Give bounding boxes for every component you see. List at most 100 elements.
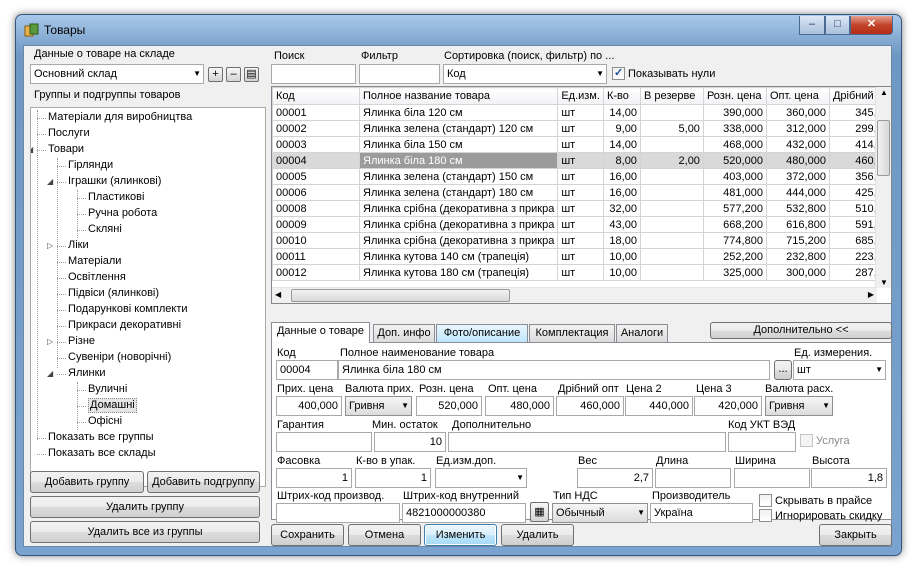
pack-field[interactable]: 1 [276,468,352,488]
stock-select[interactable]: Основний склад ▼ [30,64,204,84]
tree-item[interactable]: Пластикові [88,190,144,205]
minimize-button[interactable]: – [799,16,825,35]
column-header[interactable]: Опт. цена [765,87,830,105]
tree-item[interactable]: Домашні [88,398,137,413]
price3-field[interactable]: 420,000 [694,396,762,416]
tree-item[interactable]: Гірлянди [68,158,113,173]
qty-pack-field[interactable]: 1 [355,468,431,488]
tree-item[interactable]: Показать все группы [48,430,154,445]
table-row[interactable]: 00001 Ялинка біла 120 см шт 14,00 390,000 360… [272,104,887,121]
column-header[interactable]: К-во [602,87,641,105]
retail-price-field[interactable]: 520,000 [416,396,482,416]
groups-tree[interactable]: Матеріали для виробництваПослуги ◢ ТовариГ… [30,107,266,487]
tab-analogs[interactable]: Аналоги [616,324,668,342]
filter-input[interactable] [359,64,440,84]
delete-group-button[interactable]: Удалить группу [30,496,260,518]
expand-arrow-icon[interactable]: ▷ [47,238,53,253]
products-grid[interactable]: Код Полное название товара Ед.изм. К-во В ре… [271,86,892,304]
tab-extra-info[interactable]: Доп. инфо [373,324,435,342]
barcode-internal-field[interactable]: 4821000000380 [402,503,526,523]
title-bar[interactable]: Товары – □ ✕ [16,15,901,45]
table-row[interactable]: 00003 Ялинка біла 150 см шт 14,00 468,000 432… [272,136,887,153]
column-header[interactable]: Ед.изм. [557,87,604,105]
column-header[interactable]: Полное название товара [358,87,559,105]
tab-product-data[interactable]: Данные о товаре [271,322,370,343]
table-row[interactable]: 00012 Ялинка кутова 180 см (трапеція) шт 10… [272,264,887,281]
more-toggle-button[interactable]: Дополнительно << [710,322,892,339]
service-checkbox[interactable] [800,434,813,447]
table-row[interactable]: 00004 Ялинка біла 180 см шт 8,00 2,00 520,000… [272,152,887,169]
hscroll-thumb[interactable] [291,289,510,302]
barcode-field[interactable] [276,503,400,523]
tree-item[interactable]: Ручна робота [88,206,157,221]
save-button[interactable]: Сохранить [271,524,344,546]
arrow-down-icon[interactable]: ▼ [880,278,888,287]
search-input[interactable] [271,64,356,84]
add-stock-icon[interactable]: + [208,67,223,82]
small-wholesale-field[interactable]: 460,000 [556,396,624,416]
arrow-up-icon[interactable]: ▲ [880,88,888,97]
name-field[interactable]: Ялинка біла 180 см [338,360,770,380]
tab-photo-description[interactable]: Фото/описание [436,324,528,342]
maximize-button[interactable]: □ [825,16,850,35]
tree-item[interactable]: Товари [48,142,84,157]
horizontal-scrollbar[interactable]: ◀ ▶ [272,287,877,303]
tree-item[interactable]: Подарункові комплекти [68,302,188,317]
ignore-discount-checkbox[interactable] [759,509,772,522]
edit-button[interactable]: Изменить [424,524,497,546]
collapse-arrow-icon[interactable]: ◢ [31,142,33,157]
column-header[interactable]: В резерве [639,87,704,105]
expand-arrow-icon[interactable]: ▷ [47,334,53,349]
tree-item[interactable]: Ліки [68,238,89,253]
width-field[interactable] [734,468,810,488]
weight-field[interactable]: 2,7 [577,468,653,488]
delete-all-from-group-button[interactable]: Удалить все из группы [30,521,260,543]
wholesale-price-field[interactable]: 480,000 [485,396,554,416]
delete-button[interactable]: Удалить [501,524,574,546]
in-price-field[interactable]: 400,000 [276,396,342,416]
tree-item[interactable]: Офісні [88,414,122,429]
table-row[interactable]: 00008 Ялинка срібна (декоративна з прикра… [272,200,887,217]
hide-in-price-checkbox[interactable] [759,494,772,507]
tree-item[interactable]: Послуги [48,126,90,141]
in-currency-select[interactable]: Гривня ▼ [345,396,412,416]
tree-item[interactable]: Показать все склады [48,446,156,461]
table-row[interactable]: 00005 Ялинка зелена (стандарт) 150 см шт 16… [272,168,887,185]
tree-item[interactable]: Скляні [88,222,122,237]
close-window-button[interactable]: ✕ [850,16,893,35]
close-button[interactable]: Закрыть [819,524,892,546]
height-field[interactable]: 1,8 [811,468,887,488]
show-zero-checkbox[interactable] [612,66,625,80]
min-stock-field[interactable]: 10 [374,432,446,452]
collapse-arrow-icon[interactable]: ◢ [47,366,53,381]
warranty-field[interactable] [276,432,372,452]
tab-components[interactable]: Комплектация [529,324,615,342]
table-row[interactable]: 00009 Ялинка срібна (декоративна з прикра… [272,216,887,233]
arrow-right-icon[interactable]: ▶ [868,290,874,299]
tree-item[interactable]: Іграшки (ялинкові) [68,174,161,189]
tree-item[interactable]: Матеріали для виробництва [48,110,192,125]
tree-item[interactable]: Різне [68,334,95,349]
tree-item[interactable]: Ялинки [68,366,106,381]
table-row[interactable]: 00011 Ялинка кутова 140 см (трапеція) шт 10… [272,248,887,265]
extra-field[interactable] [448,432,726,452]
arrow-left-icon[interactable]: ◀ [275,290,281,299]
cancel-button[interactable]: Отмена [348,524,421,546]
document-icon[interactable]: ▤ [244,67,259,82]
ellipsis-button[interactable]: ... [774,360,792,380]
length-field[interactable] [655,468,731,488]
tree-item[interactable]: Вуличні [88,382,127,397]
add-group-button[interactable]: Добавить группу [30,471,144,493]
tree-item[interactable]: Підвіси (ялинкові) [68,286,159,301]
scroll-thumb[interactable] [877,120,890,176]
add-subgroup-button[interactable]: Добавить подгруппу [147,471,260,493]
column-header[interactable]: Розн. цена [702,87,767,105]
sort-select[interactable]: Код ▼ [443,64,607,84]
remove-stock-icon[interactable]: – [226,67,241,82]
tree-item[interactable]: Прикраси декоративні [68,318,181,333]
ukt-field[interactable] [728,432,796,452]
price2-field[interactable]: 440,000 [625,396,693,416]
collapse-arrow-icon[interactable]: ◢ [47,174,53,189]
vat-select[interactable]: Обычный ▼ [552,503,648,523]
tree-item[interactable]: Матеріали [68,254,121,269]
